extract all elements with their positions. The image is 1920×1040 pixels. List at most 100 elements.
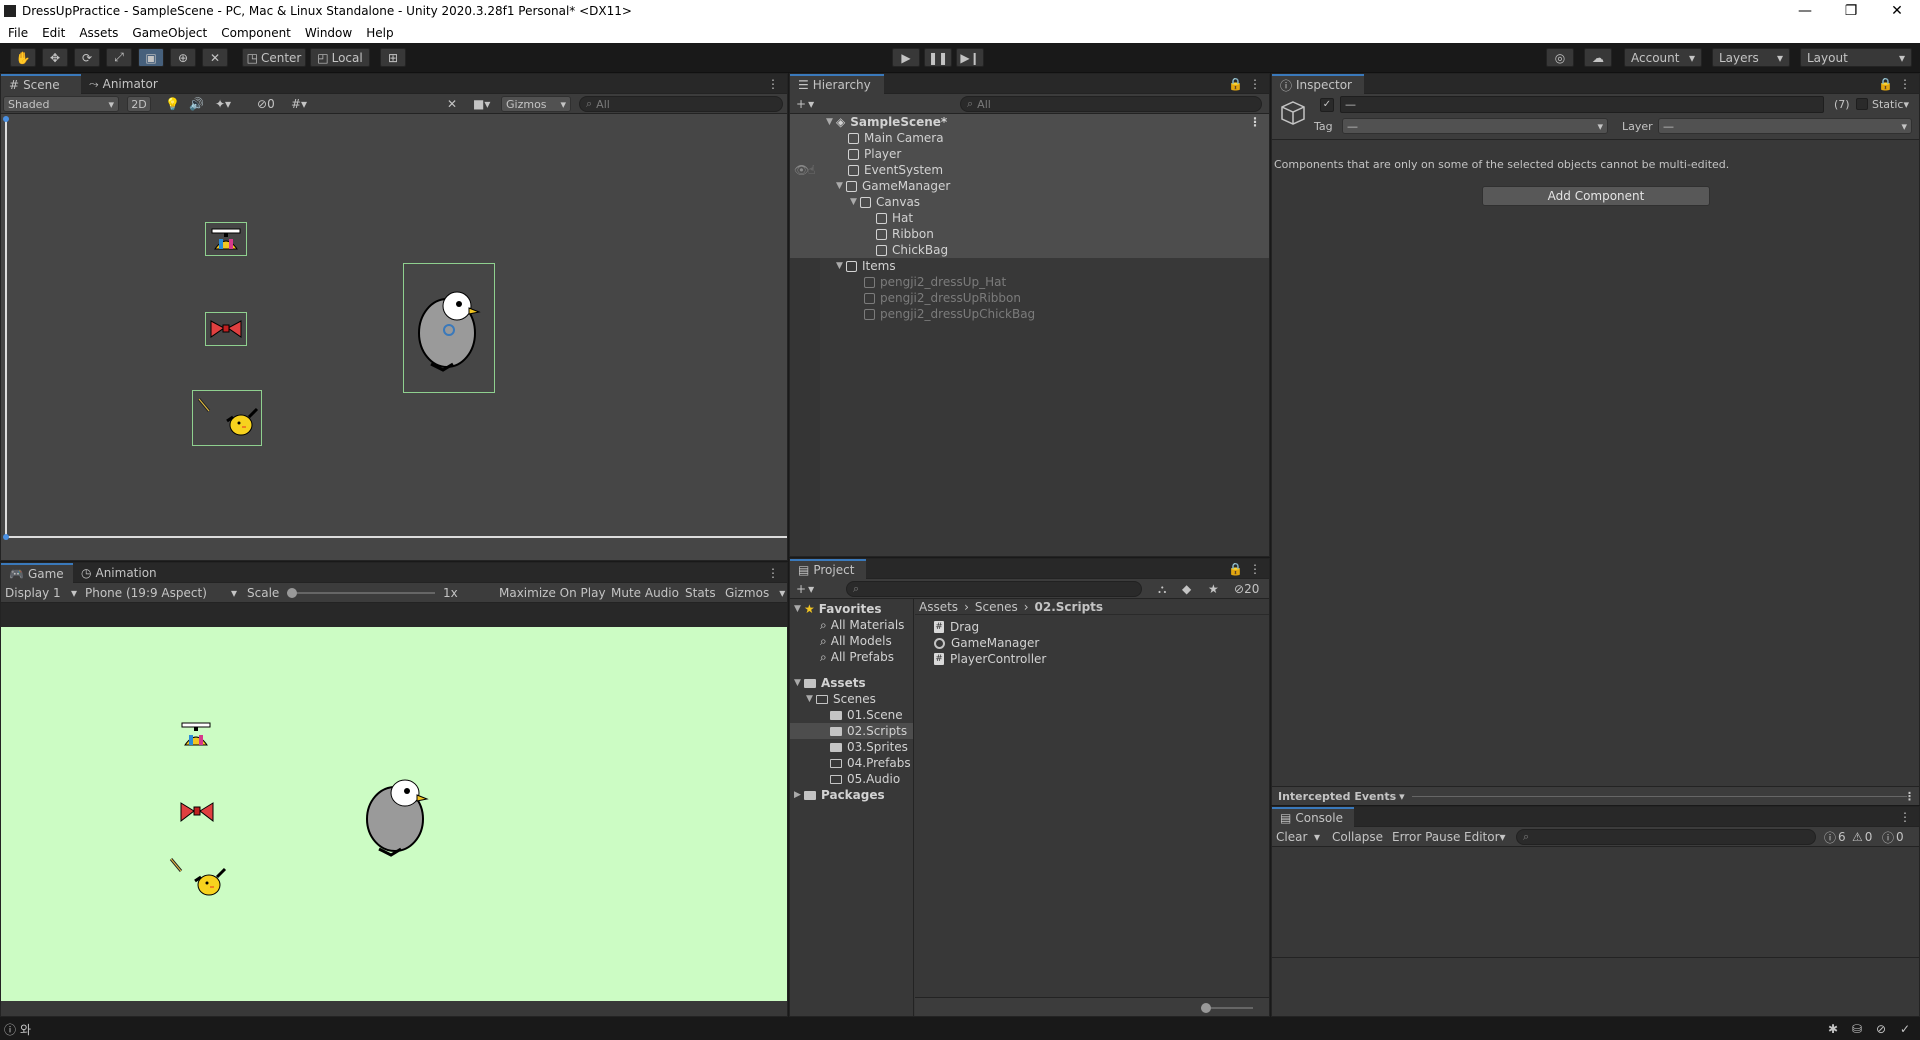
lock-icon[interactable]: 🔒	[1228, 562, 1243, 576]
create-dropdown[interactable]: + ▾	[796, 95, 814, 113]
hierarchy-item-dressup-hat[interactable]: pengji2_dressUp_Hat	[790, 274, 1269, 290]
project-search-input[interactable]: ⌕	[846, 581, 1142, 597]
tab-game[interactable]: 🎮 Game	[1, 563, 73, 583]
static-dropdown[interactable]: Static▾	[1872, 98, 1909, 111]
scene-chickbag-sprite[interactable]	[192, 390, 262, 446]
editor-dropdown[interactable]: Editor ▾	[1464, 828, 1506, 846]
search-by-type-icon[interactable]: ⛬	[1158, 580, 1166, 598]
hidden-objects-toggle[interactable]: ⊘ 0	[257, 95, 275, 113]
menu-file[interactable]: File	[8, 26, 28, 40]
lighting-toggle-icon[interactable]: 💡	[165, 95, 180, 113]
tab-hierarchy[interactable]: ☰ Hierarchy	[790, 74, 884, 94]
collab-icon[interactable]: ◎	[1546, 48, 1574, 67]
scene-root-row[interactable]: ▼ ◈ SampleScene* ⋮	[790, 114, 1269, 130]
expand-arrow-icon[interactable]: ▼	[794, 604, 804, 614]
clear-button[interactable]: Clear	[1276, 828, 1307, 846]
breadcrumb-scripts[interactable]: 02.Scripts	[1035, 600, 1104, 614]
file-gamemanager[interactable]: GameManager	[934, 635, 1269, 651]
more-options-icon[interactable]: ⋮	[1904, 790, 1915, 803]
scenes-folder-row[interactable]: ▼ Scenes	[790, 691, 913, 707]
static-checkbox[interactable]	[1856, 98, 1868, 110]
collapse-toggle[interactable]: Collapse	[1332, 828, 1383, 846]
effects-toggle-icon[interactable]: ✦▾	[215, 95, 231, 113]
scale-tool-icon[interactable]: ⤢	[106, 48, 132, 67]
menu-gameobject[interactable]: GameObject	[132, 26, 207, 40]
rect-tool-icon[interactable]: ▣	[138, 48, 164, 67]
bug-icon[interactable]: ✱	[1828, 1022, 1838, 1036]
favorite-all-prefabs[interactable]: ⌕ All Prefabs	[790, 649, 913, 665]
audio-toggle-icon[interactable]: 🔊	[189, 95, 204, 113]
pause-button[interactable]: ❚❚	[924, 48, 952, 67]
name-input[interactable]: —	[1340, 96, 1824, 113]
menu-edit[interactable]: Edit	[42, 26, 65, 40]
clear-options-dropdown[interactable]: ▾	[1314, 828, 1320, 846]
stats-toggle[interactable]: Stats	[685, 584, 716, 602]
folder-02-scripts[interactable]: 02.Scripts	[790, 723, 913, 739]
pick-icon[interactable]: ☝	[808, 163, 815, 177]
hierarchy-item-dressup-chickbag[interactable]: pengji2_dressUpChickBag	[790, 306, 1269, 322]
favorites-row[interactable]: ▼ ★ Favorites	[790, 601, 913, 617]
favorite-star-icon[interactable]: ★	[1208, 580, 1219, 598]
layer-dropdown[interactable]: — ▾	[1658, 118, 1912, 134]
transform-tool-icon[interactable]: ⊕	[170, 48, 196, 67]
folder-05-audio[interactable]: 05.Audio	[790, 771, 913, 787]
tab-console[interactable]: ▤ Console	[1272, 807, 1354, 827]
mode-2d-toggle[interactable]: 2D	[127, 96, 151, 112]
maximize-on-play-toggle[interactable]: Maximize On Play	[499, 584, 606, 602]
hierarchy-item-eventsystem[interactable]: 👁 ☝ EventSystem	[790, 162, 1269, 178]
scene-search-input[interactable]: ⌕ All	[579, 96, 783, 112]
tools-icon[interactable]: ✕	[447, 95, 457, 113]
hierarchy-item-hat[interactable]: Hat	[790, 210, 1269, 226]
tab-animation[interactable]: ◷ Animation	[73, 563, 169, 583]
close-button[interactable]: ✕	[1874, 0, 1920, 22]
tab-animator[interactable]: ⤳ Animator	[81, 74, 171, 94]
eye-icon[interactable]: 👁	[794, 163, 809, 177]
hierarchy-item-main-camera[interactable]: Main Camera	[790, 130, 1269, 146]
tab-project[interactable]: ▤ Project	[790, 559, 866, 579]
intercepted-events-bar[interactable]: Intercepted Events ▾ ⋮	[1272, 786, 1919, 805]
expand-arrow-icon[interactable]: ▼	[850, 197, 860, 207]
expand-arrow-icon[interactable]: ▼	[836, 261, 846, 271]
create-dropdown[interactable]: + ▾	[796, 580, 814, 598]
folder-03-sprites[interactable]: 03.Sprites	[790, 739, 913, 755]
log-count-toggle[interactable]: ⓘ 6	[1824, 828, 1846, 846]
add-component-button[interactable]: Add Component	[1482, 186, 1710, 206]
file-drag[interactable]: # Drag	[934, 619, 1269, 635]
tag-dropdown[interactable]: — ▾	[1342, 118, 1608, 134]
maximize-button[interactable]: ❐	[1828, 0, 1874, 22]
error-count-toggle[interactable]: ⓘ 0	[1882, 828, 1904, 846]
expand-arrow-icon[interactable]: ▼	[836, 181, 846, 191]
display-dropdown[interactable]: Display 1 ▾	[5, 584, 77, 602]
account-dropdown[interactable]: Account ▾	[1624, 48, 1702, 67]
hierarchy-search-input[interactable]: ⌕ All	[960, 96, 1262, 112]
favorite-all-models[interactable]: ⌕ All Models	[790, 633, 913, 649]
warning-count-toggle[interactable]: ⚠ 0	[1852, 828, 1872, 846]
file-playercontroller[interactable]: # PlayerController	[934, 651, 1269, 667]
expand-arrow-icon[interactable]: ▶	[794, 790, 804, 800]
console-search-input[interactable]: ⌕	[1516, 829, 1816, 845]
hidden-packages-toggle[interactable]: ⊘ 20	[1234, 580, 1259, 598]
hierarchy-item-dressup-ribbon[interactable]: pengji2_dressUpRibbon	[790, 290, 1269, 306]
progress-icon[interactable]: ⊘	[1876, 1022, 1886, 1036]
expand-arrow-icon[interactable]: ▼	[806, 694, 816, 704]
aspect-dropdown[interactable]: Phone (19:9 Aspect) ▾	[85, 584, 237, 602]
gizmos-dropdown[interactable]: Gizmos ▾	[501, 96, 571, 112]
rotate-tool-icon[interactable]: ⟳	[74, 48, 100, 67]
step-button[interactable]: ▶❙	[956, 48, 984, 67]
hierarchy-item-canvas[interactable]: ▼ Canvas	[790, 194, 1269, 210]
canvas-corner-handle[interactable]	[3, 116, 9, 122]
menu-help[interactable]: Help	[366, 26, 393, 40]
more-options-icon[interactable]: ⋮	[1249, 115, 1261, 129]
hierarchy-item-chickbag[interactable]: ChickBag	[790, 242, 1269, 258]
game-gizmos-dropdown[interactable]: Gizmos ▾	[725, 584, 785, 602]
tab-scene[interactable]: # Scene	[1, 74, 81, 94]
move-tool-icon[interactable]: ✥	[42, 48, 68, 67]
more-options-icon[interactable]: ⋮	[1249, 562, 1261, 576]
scene-player-sprite[interactable]	[403, 263, 495, 393]
pivot-local-button[interactable]: ◰ Local	[310, 48, 370, 67]
hierarchy-item-gamemanager[interactable]: ▼ GameManager	[790, 178, 1269, 194]
lock-icon[interactable]: 🔒	[1878, 77, 1893, 91]
lock-icon[interactable]: 🔒	[1228, 77, 1243, 91]
tab-inspector[interactable]: ⓘ Inspector	[1272, 74, 1364, 94]
game-view[interactable]	[1, 627, 787, 1001]
